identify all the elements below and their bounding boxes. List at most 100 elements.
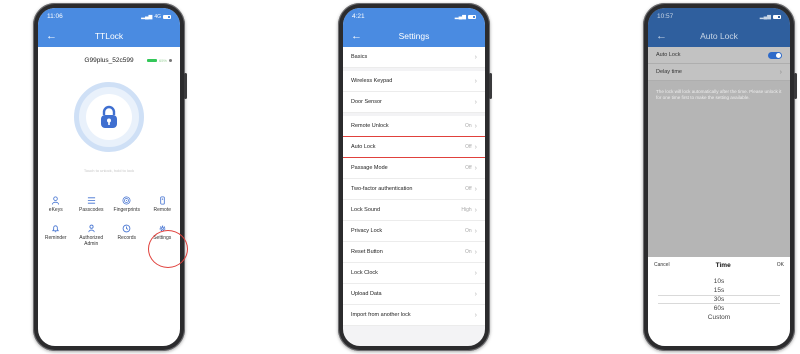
row-value: On [464,228,472,234]
delay-time-label: Delay time [656,69,682,75]
menu-item-label: Records [117,234,137,241]
person-key-icon [52,196,60,205]
status-icons: ▂▄▆ [760,14,781,20]
settings-row-upload-data[interactable]: Upload Data › [343,284,485,305]
chevron-right-icon: › [474,311,477,319]
menu-item-fingerprints[interactable]: Fingerprints [109,196,145,214]
auto-lock-switch[interactable] [768,51,782,59]
status-dot-icon [169,59,172,62]
settings-row-wireless-keypad[interactable]: Wireless Keypad › [343,71,485,92]
status-icons: ▂▄▆ [455,14,476,20]
settings-row-door-sensor[interactable]: Door Sensor › [343,92,485,113]
picker-option[interactable]: 60s [648,304,790,313]
signal-icon: ▂▄▆ [454,13,466,20]
delay-time-row[interactable]: Delay time › [648,64,790,81]
back-arrow-icon[interactable]: ← [656,25,667,47]
settings-title: Settings [398,31,430,41]
status-bar: 4:21 ▂▄▆ [343,8,485,25]
settings-row-basics[interactable]: Basics › [343,47,485,68]
battery-icon [163,14,171,19]
row-label: Import from another lock [351,312,411,318]
row-label: Basics [351,54,368,60]
unlock-hint: Touch to unlock, hold to lock [83,168,135,173]
phone-frame-auto-lock: 10:57 ▂▄▆ ← Auto Lock Auto Lock Delay ti… [643,3,797,351]
chevron-right-icon: › [474,290,477,298]
row-label: Reset Button [351,249,383,255]
menu-item-authorized-admin[interactable]: Authorized Admin [74,224,110,248]
phone-frame-settings: 4:21 ▂▄▆ ← Settings Basics › Wireless Ke… [338,3,492,351]
chevron-right-icon: › [474,77,477,85]
status-bar: 10:57 ▂▄▆ [648,8,790,25]
chevron-right-icon: › [474,53,477,61]
list-icon [87,197,95,204]
lock-battery-text: 65% [158,58,167,63]
settings-screen: 4:21 ▂▄▆ ← Settings Basics › Wireless Ke… [343,8,485,346]
settings-row-lock-clock[interactable]: Lock Clock › [343,263,485,284]
auto-lock-label: Auto Lock [656,52,681,58]
admin-icon [88,224,95,232]
unlock-button[interactable] [74,82,144,152]
chevron-right-icon: › [474,206,477,214]
fingerprint-icon [122,196,131,205]
settings-list: Basics › Wireless Keypad › Door Sensor ›… [343,47,485,326]
menu-item-label: eKeys [48,207,63,213]
unlock-button-inner [86,94,132,140]
padlock-icon [101,105,117,128]
back-arrow-icon[interactable]: ← [351,25,362,47]
picker-option-selected[interactable]: 30s [648,295,790,304]
status-icons: ▂▄▆ 4G [141,14,171,20]
chevron-right-icon: › [779,68,782,76]
app-bar: ← TTLock [38,25,180,47]
remote-icon [160,196,165,205]
settings-row-passage-mode[interactable]: Passage Mode Off › [343,158,485,179]
row-label: Wireless Keypad [351,78,393,84]
auto-lock-highlight-bottom [343,157,485,158]
auto-lock-highlight-top [343,136,485,137]
settings-row-auto-lock[interactable]: Auto Lock Off › [343,136,485,158]
picker-cancel-button[interactable]: Cancel [654,262,670,268]
lock-battery-bar [146,59,157,62]
menu-item-label: Fingerprints [113,207,140,213]
menu-item-label: Remote [153,207,171,213]
settings-row-privacy-lock[interactable]: Privacy Lock On › [343,221,485,242]
settings-row-import[interactable]: Import from another lock › [343,305,485,326]
chevron-right-icon: › [474,269,477,277]
settings-row-reset-button[interactable]: Reset Button On › [343,242,485,263]
back-arrow-icon[interactable]: ← [46,25,57,47]
settings-row-lock-sound[interactable]: Lock Sound High › [343,200,485,221]
menu-item-remote[interactable]: Remote [145,196,181,214]
status-time: 10:57 [657,13,674,20]
row-value: Off [465,165,472,171]
auto-lock-description: The lock will lock automatically after t… [656,89,782,101]
menu-item-reminder[interactable]: Reminder [38,224,74,248]
picker-option[interactable]: 15s [648,286,790,295]
picker-ok-button[interactable]: OK [777,262,784,268]
settings-row-two-factor[interactable]: Two-factor authentication Off › [343,179,485,200]
menu-item-passcodes[interactable]: Passcodes [74,196,110,214]
settings-row-remote-unlock[interactable]: Remote Unlock On › [343,116,485,137]
auto-lock-title: Auto Lock [700,31,738,41]
auto-lock-toggle-row: Auto Lock [648,47,790,64]
battery-icon [468,14,476,19]
row-value: On [464,249,472,255]
phone-frame-home: 11:06 ▂▄▆ 4G ← TTLock G99plus_52c599 65% [33,3,188,351]
row-label: Lock Clock [351,270,378,276]
row-label: Lock Sound [351,207,381,213]
chevron-right-icon: › [474,143,477,151]
row-value: On [464,123,472,129]
picker-option[interactable]: Custom [648,313,790,322]
picker-option[interactable]: 10s [648,277,790,286]
app-bar: ← Auto Lock [648,25,790,47]
picker-options[interactable]: 10s 15s 30s 60s Custom [648,277,790,322]
menu-item-records[interactable]: Records [109,224,145,248]
menu-item-ekeys[interactable]: eKeys [38,196,74,214]
row-value: Off [465,186,472,192]
app-title: TTLock [94,31,124,41]
row-value: High [461,207,472,213]
row-label: Door Sensor [351,99,382,105]
settings-header: 4:21 ▂▄▆ ← Settings [343,8,485,47]
auto-lock-screen: 10:57 ▂▄▆ ← Auto Lock Auto Lock Delay ti… [648,8,790,346]
row-label: Two-factor authentication [351,186,413,192]
network-label: 4G [154,13,161,20]
menu-item-label: Reminder [44,234,67,241]
